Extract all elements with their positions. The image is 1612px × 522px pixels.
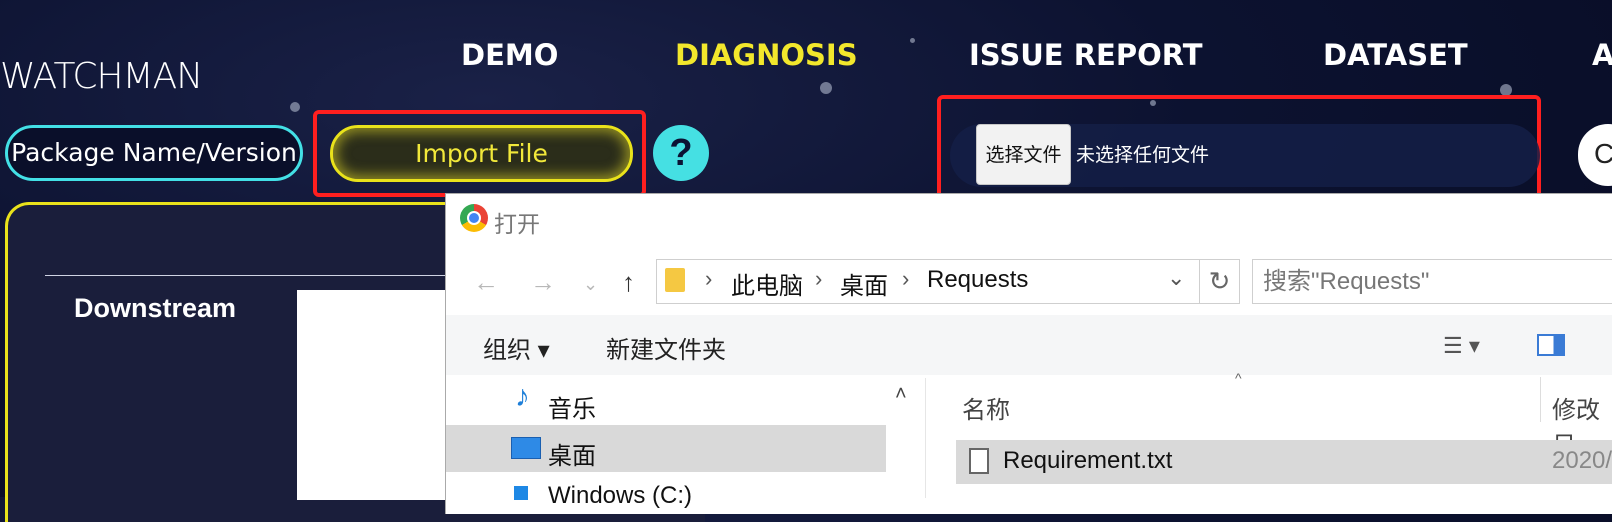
graph-area — [297, 290, 467, 500]
nav-issue-report[interactable]: ISSUE REPORT — [969, 38, 1203, 72]
right-pill-label: C — [1594, 138, 1612, 169]
organize-menu[interactable]: 组织 ▾ — [483, 330, 550, 365]
highlight-box — [313, 110, 646, 197]
breadcrumb-item[interactable]: 此电脑 — [731, 266, 803, 301]
address-bar[interactable]: › 此电脑 › 桌面 › Requests ⌄ — [656, 259, 1200, 304]
chevron-down-icon[interactable]: ⌄ — [1167, 265, 1185, 291]
nav-diagnosis[interactable]: DIAGNOSIS — [675, 38, 858, 72]
chevron-right-icon: › — [902, 266, 910, 291]
search-input[interactable]: 搜索"Requests" — [1252, 259, 1612, 304]
column-header-name[interactable]: 名称 — [962, 390, 1010, 425]
right-pill-button[interactable]: C — [1578, 124, 1612, 186]
downstream-heading: Downstream — [74, 293, 237, 323]
text-file-icon — [969, 448, 989, 474]
windows-drive-icon — [514, 486, 528, 500]
chevron-right-icon: › — [705, 266, 713, 291]
new-folder-button[interactable]: 新建文件夹 — [606, 330, 726, 365]
chevron-right-icon: › — [815, 266, 823, 291]
star-decoration — [910, 38, 915, 43]
help-button[interactable]: ? — [653, 125, 709, 181]
star-decoration — [820, 82, 832, 94]
file-name: Requirement.txt — [1003, 447, 1173, 474]
nav-pane-label: 音乐 — [548, 396, 596, 423]
sort-caret-icon: ^ — [1235, 370, 1242, 386]
back-arrow-icon[interactable]: ← — [473, 267, 499, 298]
column-divider[interactable] — [1540, 377, 1541, 422]
refresh-icon[interactable]: ↻ — [1200, 259, 1240, 304]
file-status-label: 未选择任何文件 — [1076, 145, 1210, 166]
recent-dropdown-icon[interactable]: ⌄ — [583, 274, 598, 295]
star-decoration — [290, 102, 300, 112]
nav-pane-item-music[interactable] — [446, 378, 886, 425]
music-icon: ♪ — [515, 380, 530, 413]
dialog-title: 打开 — [494, 211, 540, 237]
file-modified: 2020/ — [1552, 447, 1612, 474]
panel-divider — [45, 275, 455, 276]
pane-divider — [925, 378, 926, 498]
package-name-input[interactable]: Package Name/Version — [5, 125, 303, 181]
breadcrumb-item[interactable]: Requests — [927, 266, 1028, 294]
folder-icon — [665, 268, 685, 292]
nav-dataset[interactable]: DATASET — [1323, 38, 1468, 72]
nav-pane-label: Windows (C:) — [548, 482, 693, 509]
forward-arrow-icon[interactable]: → — [530, 267, 556, 298]
choose-file-button[interactable]: 选择文件 — [976, 124, 1071, 185]
app-logo[interactable]: WATCHMAN — [0, 56, 203, 97]
nav-more[interactable]: A — [1592, 38, 1612, 72]
breadcrumb-item[interactable]: 桌面 — [840, 266, 888, 301]
up-arrow-icon[interactable]: ↑ — [622, 267, 635, 298]
preview-pane-icon[interactable] — [1537, 334, 1565, 356]
nav-pane-label: 桌面 — [548, 443, 596, 470]
nav-demo[interactable]: DEMO — [461, 38, 558, 72]
view-options-icon[interactable]: ☰ ▾ — [1443, 333, 1480, 359]
desktop-icon — [511, 437, 541, 459]
scroll-up-icon[interactable]: ˄ — [895, 383, 907, 406]
chrome-icon — [460, 204, 488, 232]
